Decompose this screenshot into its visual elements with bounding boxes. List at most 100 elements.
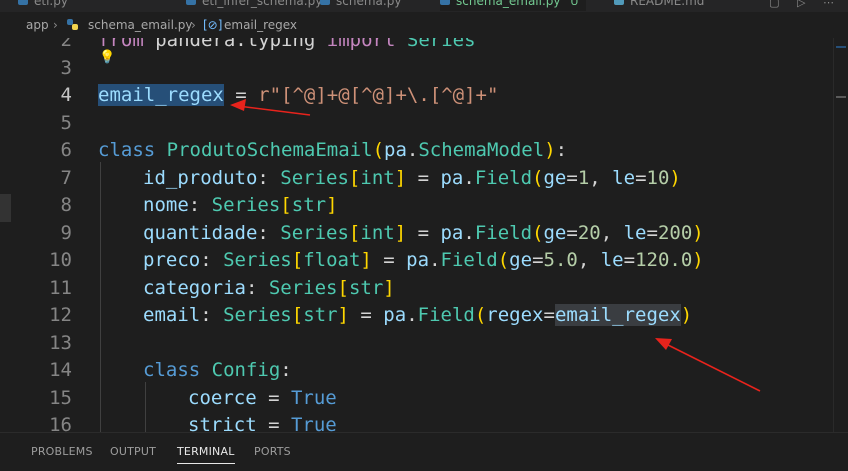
symbol-variable-icon: [⊘] xyxy=(203,18,223,32)
token: pa xyxy=(383,304,407,326)
more-actions-icon[interactable]: ⋯ xyxy=(823,0,834,9)
token: Field xyxy=(440,249,498,271)
token: pa xyxy=(384,139,407,161)
token: Config xyxy=(211,359,281,381)
chevron-right-icon: › xyxy=(191,18,196,32)
code-line: 16 strict = True xyxy=(0,412,830,432)
token: : xyxy=(280,359,292,381)
selected-token: email_regex xyxy=(98,84,224,106)
token: regex xyxy=(486,304,544,326)
tab-etl[interactable]: etl.py xyxy=(18,0,68,11)
token: le xyxy=(623,221,647,244)
token: ) xyxy=(544,139,556,161)
tab-label: etl.py xyxy=(34,0,68,8)
lightbulb-icon[interactable]: 💡 xyxy=(99,51,115,65)
code-line: 4 email_regex = r"[^@]+@[^@]+\.[^@]+" xyxy=(0,82,830,110)
tab-schema[interactable]: schema.py xyxy=(320,0,401,11)
code-line: 10 preco: Series[float] = pa.Field(ge=5.… xyxy=(0,247,830,275)
code-line: 12 email: Series[str] = pa.Field(regex=e… xyxy=(0,302,830,330)
token: = xyxy=(256,414,291,432)
token: 10 xyxy=(646,166,670,189)
code-line: 3 xyxy=(0,55,830,83)
token: ( xyxy=(532,221,544,244)
code-line: 13 xyxy=(0,330,830,358)
python-file-icon xyxy=(186,0,196,5)
panel-tab-terminal[interactable]: TERMINAL xyxy=(177,433,235,464)
token: str xyxy=(291,194,327,216)
code-line: 5 xyxy=(0,110,830,138)
token: categoria xyxy=(143,276,246,299)
line-number: 8 xyxy=(60,194,72,216)
line-number: 2 xyxy=(60,38,72,51)
panel-tab-ports[interactable]: PORTS xyxy=(254,433,291,464)
line-number: 11 xyxy=(49,276,72,299)
token: strict xyxy=(188,414,257,432)
run-icon[interactable]: ▷ xyxy=(797,0,805,9)
token: , xyxy=(589,166,613,189)
token: pa xyxy=(440,221,464,244)
panel-tab-output[interactable]: OUTPUT xyxy=(110,433,156,464)
token: = xyxy=(406,221,441,244)
token: 200 xyxy=(657,221,693,244)
panel-tab-problems[interactable]: PROBLEMS xyxy=(31,433,93,464)
token: pa xyxy=(440,166,464,189)
token: : xyxy=(245,276,269,299)
code-line: 15 coerce = True xyxy=(0,385,830,413)
line-number: 4 xyxy=(60,84,72,106)
token: preco xyxy=(143,249,201,271)
tab-label: schema_email.py xyxy=(456,0,561,8)
token: Field xyxy=(474,221,533,244)
token: True xyxy=(290,414,337,432)
token: = xyxy=(371,249,407,271)
code-line: 7 id_produto: Series[int] = pa.Field(ge=… xyxy=(0,165,830,193)
line-number: 9 xyxy=(60,221,72,244)
token: = xyxy=(532,249,544,271)
vertical-scrollbar[interactable] xyxy=(833,38,848,432)
token: 20 xyxy=(577,221,601,244)
scroll-marker xyxy=(836,96,846,98)
token: Series xyxy=(223,249,292,271)
token: class xyxy=(98,139,156,161)
token: SchemaModel xyxy=(418,139,545,161)
token: ) xyxy=(680,304,693,326)
token: [ xyxy=(280,194,292,216)
breadcrumb-file[interactable]: schema_email.py xyxy=(88,12,193,38)
line-number: 3 xyxy=(60,56,72,79)
tab-etl-infer-schema[interactable]: etl_infer_schema.py xyxy=(186,0,322,11)
token: Series xyxy=(268,276,338,299)
token: int xyxy=(360,166,395,189)
token: , xyxy=(600,221,624,244)
token: le xyxy=(612,166,636,189)
untracked-badge: U xyxy=(570,0,579,8)
token: ] xyxy=(326,194,338,216)
token: float xyxy=(303,249,361,271)
code-editor[interactable]: 2 from pandera.typing import Series 3 💡 … xyxy=(0,38,848,432)
token: 120.0 xyxy=(635,249,693,271)
token: Series xyxy=(223,304,292,326)
split-editor-icon[interactable]: ▢ xyxy=(769,0,779,9)
line-number: 14 xyxy=(49,359,72,381)
line-number: 6 xyxy=(60,139,72,161)
token: = xyxy=(635,166,647,189)
token: pa xyxy=(406,249,430,271)
breadcrumb-symbol[interactable]: email_regex xyxy=(224,12,297,38)
selection-marker xyxy=(836,46,846,48)
token: ge xyxy=(509,249,533,271)
token: True xyxy=(290,386,337,409)
line-number: 12 xyxy=(49,304,72,326)
breadcrumb-folder[interactable]: app xyxy=(26,12,49,38)
token: nome xyxy=(143,194,189,216)
token: . xyxy=(463,221,475,244)
code-line: 9 quantidade: Series[int] = pa.Field(ge=… xyxy=(0,220,830,248)
tab-schema-email[interactable]: schema_email.py U xyxy=(440,0,587,11)
token: r"[^@]+@[^@]+\.[^@]+" xyxy=(258,84,499,106)
tab-readme[interactable]: README.md xyxy=(614,0,704,11)
token: ] xyxy=(383,276,395,299)
token: = xyxy=(256,386,291,409)
editor-tab-bar: etl.py etl_infer_schema.py schema.py sch… xyxy=(0,0,848,12)
token: = xyxy=(348,304,384,326)
token: Field xyxy=(474,166,533,189)
token: . xyxy=(429,249,441,271)
